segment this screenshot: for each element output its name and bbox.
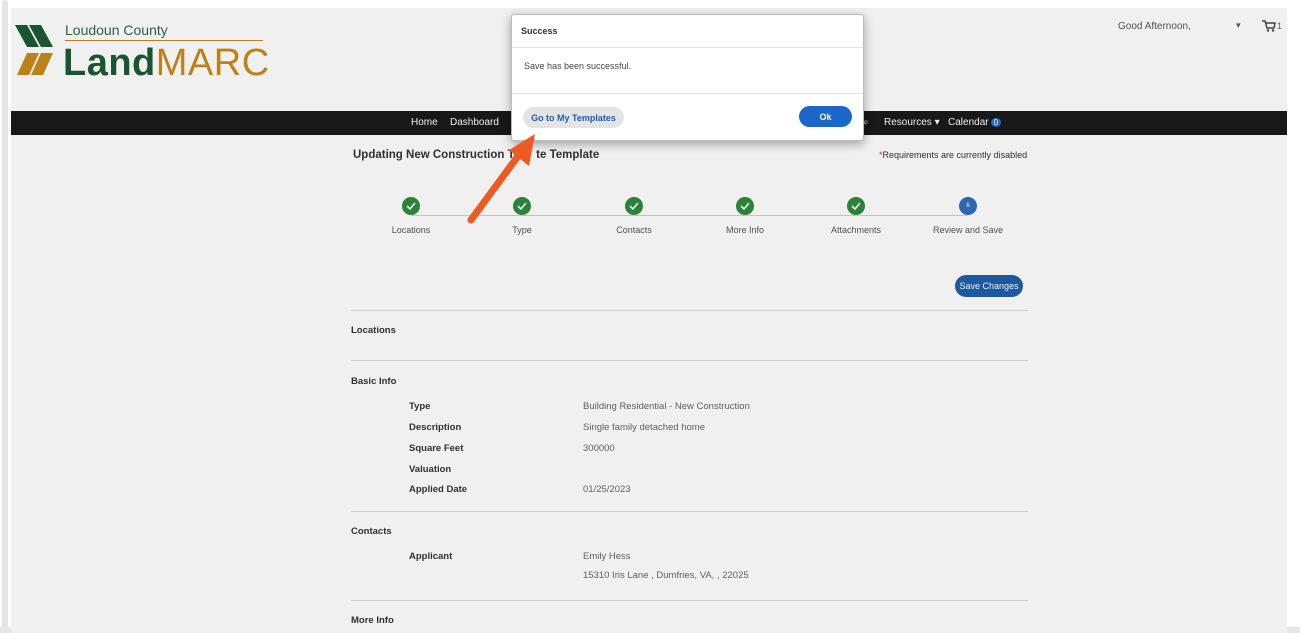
ok-button[interactable]: Ok — [799, 106, 852, 127]
dialog-message: Save has been successful. — [512, 48, 863, 94]
frame-edge-left — [2, 0, 8, 633]
screenshot-frame: Loudoun County LandMARC Good Afternoon, … — [0, 0, 1300, 633]
dialog-title: Success — [512, 15, 863, 48]
annotation-arrow-icon — [467, 134, 535, 224]
success-dialog: Success Save has been successful. Go to … — [511, 14, 864, 141]
app-page: Loudoun County LandMARC Good Afternoon, … — [11, 8, 1287, 633]
go-to-my-templates-button[interactable]: Go to My Templates — [523, 107, 624, 128]
